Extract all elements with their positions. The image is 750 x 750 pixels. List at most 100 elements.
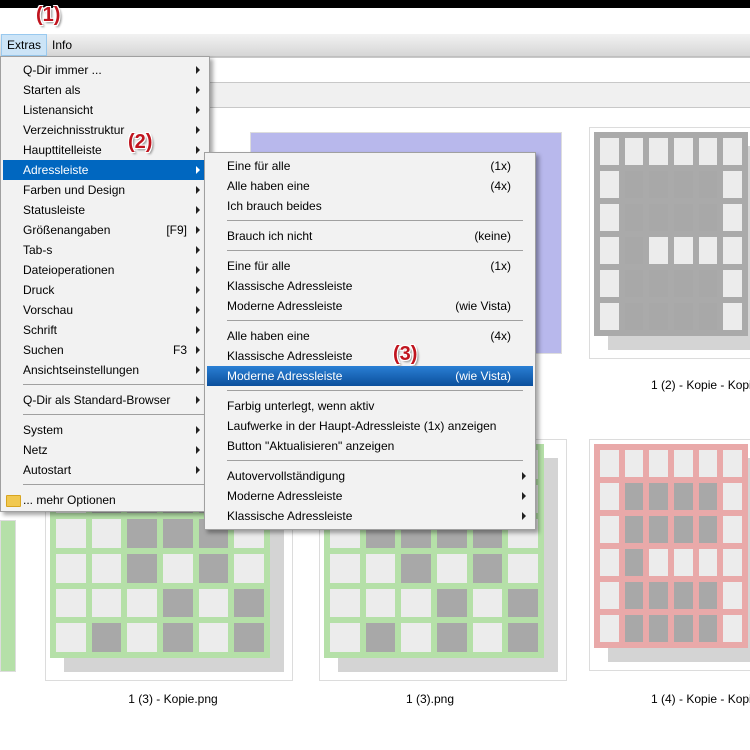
menu-item[interactable]: Klassische Adressleiste [207, 506, 533, 526]
menu-item[interactable]: Suchen F3 [3, 340, 207, 360]
file-caption: 1 (2) - Kopie - Kopi [651, 378, 750, 392]
menu-item-label: Alle haben eine [227, 179, 310, 193]
chevron-right-icon [196, 226, 200, 234]
menu-separator [227, 220, 523, 221]
chevron-right-icon [196, 206, 200, 214]
menu-item[interactable]: Statusleiste [3, 200, 207, 220]
menu-item-label: Klassische Adressleiste [227, 349, 353, 363]
file-thumbnail[interactable] [589, 127, 750, 359]
menu-item-label: Laufwerke in der Haupt-Adressleiste (1x)… [227, 419, 497, 433]
file-caption: 1 (4) - Kopie - Kopi [651, 692, 750, 706]
menu-item-shortcut: (1x) [490, 259, 511, 273]
chevron-right-icon [196, 126, 200, 134]
menu-item[interactable]: Starten als [3, 80, 207, 100]
menu-item-label: Farben und Design [23, 183, 126, 197]
menu-item-label: Autovervollständigung [227, 469, 346, 483]
menu-item[interactable]: Q-Dir immer ... [3, 60, 207, 80]
menu-item[interactable]: Farbig unterlegt, wenn aktiv [207, 396, 533, 416]
chevron-right-icon [522, 512, 526, 520]
menu-item[interactable]: Brauch ich nicht (keine) [207, 226, 533, 246]
menu-item[interactable]: Größenangaben [F9] [3, 220, 207, 240]
menu-item[interactable]: Moderne Adressleiste [207, 486, 533, 506]
thumbnail-image [594, 132, 748, 336]
menu-item-label: Q-Dir als Standard-Browser [23, 393, 171, 407]
menu-item-label: Verzeichnisstruktur [23, 123, 125, 137]
menu-item-label: Moderne Adressleiste [227, 369, 343, 383]
menu-item[interactable]: Ich brauch beides [207, 196, 533, 216]
menu-item[interactable]: Haupttitelleiste [3, 140, 207, 160]
file-caption: 1 (3) - Kopie.png [128, 692, 218, 706]
menu-item-label: Listenansicht [23, 103, 94, 117]
menu-item[interactable]: Netz [3, 440, 207, 460]
menu-item-shortcut: (keine) [474, 229, 511, 243]
menu-item[interactable]: Vorschau [3, 300, 207, 320]
chevron-right-icon [196, 396, 200, 404]
menu-item[interactable]: Verzeichnisstruktur [3, 120, 207, 140]
menu-item-label: Brauch ich nicht [227, 229, 313, 243]
chevron-right-icon [196, 346, 200, 354]
menu-item[interactable]: System [3, 420, 207, 440]
menu-item[interactable]: Schrift [3, 320, 207, 340]
menu-item[interactable]: Eine für alle (1x) [207, 156, 533, 176]
menu-item-shortcut: (4x) [490, 179, 511, 193]
chevron-right-icon [196, 466, 200, 474]
menu-item-shortcut: [F9] [166, 223, 187, 237]
chevron-right-icon [196, 446, 200, 454]
menu-item-label: Ansichtseinstellungen [23, 363, 140, 377]
menu-separator [227, 460, 523, 461]
menu-item[interactable]: ... mehr Optionen [3, 490, 207, 510]
menu-item[interactable]: Klassische Adressleiste [207, 346, 533, 366]
menu-item[interactable]: Tab-s [3, 240, 207, 260]
menu-item-label: Moderne Adressleiste [227, 489, 343, 503]
menu-item-shortcut: (wie Vista) [455, 299, 511, 313]
menu-item-label: Moderne Adressleiste [227, 299, 343, 313]
menu-item[interactable]: Laufwerke in der Haupt-Adressleiste (1x)… [207, 416, 533, 436]
chevron-right-icon [196, 246, 200, 254]
menu-item[interactable]: Autostart [3, 460, 207, 480]
menu-item[interactable]: Button "Aktualisieren" anzeigen [207, 436, 533, 456]
menu-item[interactable]: Farben und Design [3, 180, 207, 200]
menu-item[interactable]: Moderne Adressleiste (wie Vista) [207, 296, 533, 316]
menu-item-label: Starten als [23, 83, 81, 97]
menu-item[interactable]: Eine für alle (1x) [207, 256, 533, 276]
thumbnail-image [594, 444, 748, 648]
menu-item-label: Haupttitelleiste [23, 143, 102, 157]
menu-item-label: Q-Dir immer ... [23, 63, 102, 77]
chevron-right-icon [522, 472, 526, 480]
thumbnail-partial[interactable] [0, 520, 16, 672]
menu-info[interactable]: Info [47, 34, 77, 56]
chevron-right-icon [196, 366, 200, 374]
menu-item-label: Autostart [23, 463, 72, 477]
chevron-right-icon [196, 286, 200, 294]
chevron-right-icon [522, 492, 526, 500]
menu-item-label: Klassische Adressleiste [227, 509, 353, 523]
menu-item[interactable]: Druck [3, 280, 207, 300]
extras-menu: Q-Dir immer ... Starten als Listenansicht V… [0, 56, 210, 512]
menu-item[interactable]: Q-Dir als Standard-Browser [3, 390, 207, 410]
menu-item-label: System [23, 423, 64, 437]
chevron-right-icon [196, 266, 200, 274]
menu-item-label: Farbig unterlegt, wenn aktiv [227, 399, 375, 413]
file-thumbnail[interactable] [589, 439, 750, 671]
menu-item[interactable]: Alle haben eine (4x) [207, 176, 533, 196]
menu-separator [23, 414, 205, 415]
menu-item[interactable]: Ansichtseinstellungen [3, 360, 207, 380]
menu-item[interactable]: Alle haben eine (4x) [207, 326, 533, 346]
menu-item-label: Ich brauch beides [227, 199, 322, 213]
menu-item[interactable]: Dateioperationen [3, 260, 207, 280]
chevron-right-icon [196, 306, 200, 314]
chevron-right-icon [196, 86, 200, 94]
adressleiste-submenu: Eine für alle (1x) Alle haben eine (4x) Ich … [204, 152, 536, 530]
menu-item-label: Dateioperationen [23, 263, 115, 277]
menu-item[interactable]: Autovervollständigung [207, 466, 533, 486]
title-bar-strip [0, 0, 750, 8]
menu-extras[interactable]: Extras [1, 34, 48, 56]
menu-item[interactable]: Klassische Adressleiste [207, 276, 533, 296]
menu-item[interactable]: Moderne Adressleiste (wie Vista) [207, 366, 533, 386]
annotation-2: (2) [128, 131, 153, 153]
menu-item[interactable]: Listenansicht [3, 100, 207, 120]
chevron-right-icon [196, 186, 200, 194]
annotation-1: (1) [36, 4, 61, 26]
menu-item[interactable]: Adressleiste [3, 160, 207, 180]
menu-item-label: Tab-s [23, 243, 53, 257]
